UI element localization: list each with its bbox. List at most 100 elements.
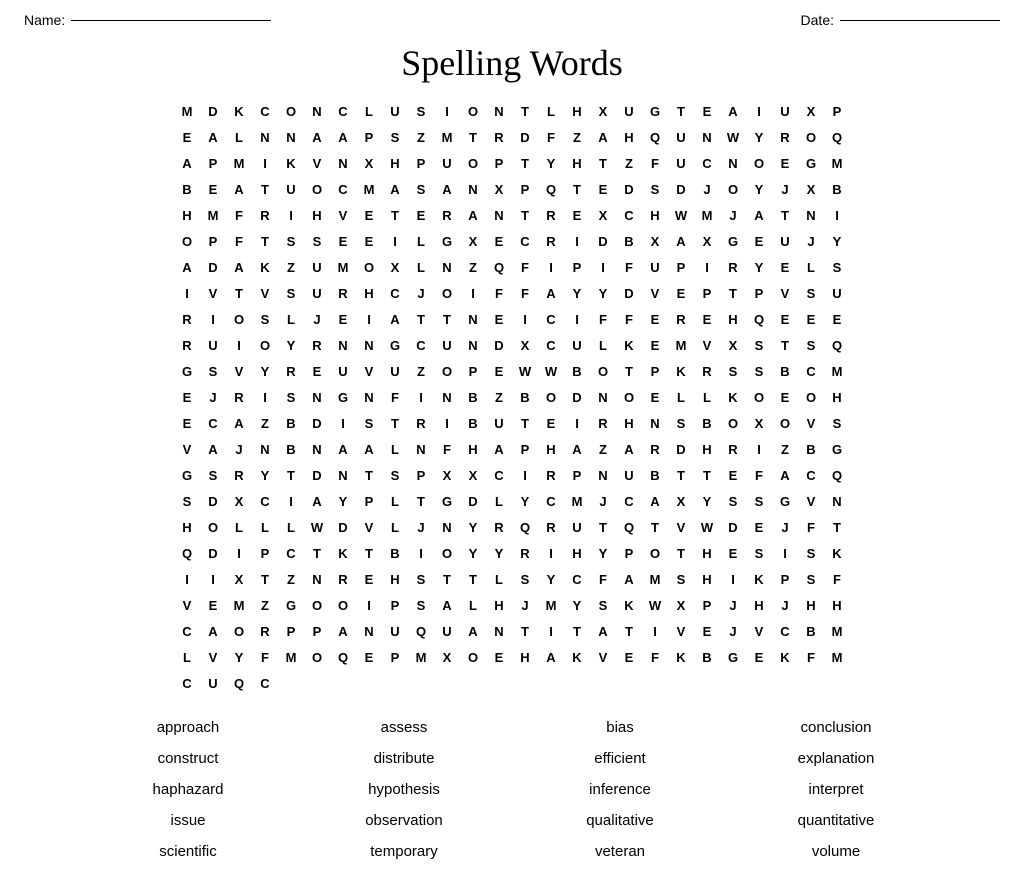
grid-cell: V: [252, 280, 278, 306]
grid-cell: D: [512, 124, 538, 150]
grid-cell: X: [434, 462, 460, 488]
grid-cell: O: [434, 540, 460, 566]
grid-cell: N: [356, 384, 382, 410]
grid-cell: L: [486, 488, 512, 514]
grid-cell: V: [668, 514, 694, 540]
grid-cell: M: [226, 592, 252, 618]
grid-cell: N: [460, 332, 486, 358]
grid-cell: S: [252, 306, 278, 332]
grid-cell: X: [382, 254, 408, 280]
grid-cell: U: [616, 462, 642, 488]
grid-cell: D: [616, 280, 642, 306]
grid-cell: D: [200, 488, 226, 514]
grid-cell: E: [486, 306, 512, 332]
grid-cell: L: [252, 514, 278, 540]
grid-cell: P: [824, 98, 850, 124]
grid-cell: E: [798, 306, 824, 332]
grid-cell: M: [694, 202, 720, 228]
grid-cell: B: [564, 358, 590, 384]
grid-cell: U: [278, 176, 304, 202]
grid-cell: Y: [330, 488, 356, 514]
grid-cell: N: [304, 384, 330, 410]
grid-cell: T: [564, 176, 590, 202]
grid-cell: B: [772, 358, 798, 384]
grid-cell: Y: [460, 540, 486, 566]
grid-cell: I: [512, 306, 538, 332]
grid-cell: V: [356, 514, 382, 540]
grid-cell: J: [720, 592, 746, 618]
grid-cell: Y: [252, 462, 278, 488]
grid-cell: Z: [772, 436, 798, 462]
grid-cell: Q: [486, 254, 512, 280]
grid-cell: S: [798, 566, 824, 592]
grid-cell: B: [174, 176, 200, 202]
grid-cell: H: [824, 384, 850, 410]
grid-cell: S: [382, 462, 408, 488]
grid-cell: H: [486, 592, 512, 618]
grid-cell: B: [512, 384, 538, 410]
grid-cell: R: [434, 202, 460, 228]
grid-cell: O: [226, 306, 252, 332]
grid-cell: D: [304, 462, 330, 488]
grid-cell: G: [278, 592, 304, 618]
grid-cell: E: [174, 410, 200, 436]
grid-cell: I: [460, 280, 486, 306]
grid-cell: M: [200, 202, 226, 228]
grid-cell: U: [668, 150, 694, 176]
grid-cell: Z: [590, 436, 616, 462]
grid-cell: I: [720, 566, 746, 592]
grid-cell: R: [772, 124, 798, 150]
grid-cell: U: [382, 358, 408, 384]
grid-cell: T: [720, 280, 746, 306]
grid-cell: O: [590, 358, 616, 384]
grid-cell: N: [720, 150, 746, 176]
grid-cell: L: [356, 98, 382, 124]
grid-cell: P: [356, 488, 382, 514]
grid-cell: F: [226, 228, 252, 254]
grid-cell: A: [772, 462, 798, 488]
grid-cell: S: [746, 488, 772, 514]
grid-cell: D: [720, 514, 746, 540]
grid-cell: C: [174, 618, 200, 644]
grid-cell: S: [304, 228, 330, 254]
grid-cell: V: [174, 592, 200, 618]
grid-cell: I: [200, 566, 226, 592]
grid-cell: M: [668, 332, 694, 358]
grid-cell: I: [772, 540, 798, 566]
grid-cell: S: [408, 592, 434, 618]
grid-cell: Y: [564, 592, 590, 618]
grid-cell: E: [330, 306, 356, 332]
grid-cell: W: [304, 514, 330, 540]
grid-cell: Z: [278, 254, 304, 280]
grid-cell: B: [694, 644, 720, 670]
grid-cell: O: [460, 98, 486, 124]
grid-cell: E: [200, 176, 226, 202]
grid-cell: Z: [408, 124, 434, 150]
grid-cell: S: [720, 488, 746, 514]
grid-cell: J: [408, 514, 434, 540]
grid-cell: A: [382, 176, 408, 202]
grid-cell: N: [252, 436, 278, 462]
grid-cell: V: [330, 202, 356, 228]
grid-cell: R: [252, 202, 278, 228]
grid-cell: K: [564, 644, 590, 670]
date-label: Date:: [801, 12, 834, 28]
grid-cell: M: [564, 488, 590, 514]
grid-cell: L: [226, 514, 252, 540]
grid-cell: V: [200, 644, 226, 670]
grid-cell: X: [434, 644, 460, 670]
grid-cell: T: [668, 540, 694, 566]
grid-cell: H: [382, 566, 408, 592]
grid-cell: C: [382, 280, 408, 306]
grid-cell: J: [512, 592, 538, 618]
grid-cell: K: [330, 540, 356, 566]
grid-cell: M: [538, 592, 564, 618]
grid-cell: C: [772, 618, 798, 644]
grid-cell: P: [512, 436, 538, 462]
grid-cell: W: [512, 358, 538, 384]
grid-cell: H: [356, 280, 382, 306]
grid-cell: F: [434, 436, 460, 462]
grid-cell: M: [278, 644, 304, 670]
grid-cell: P: [382, 592, 408, 618]
grid-cell: V: [200, 280, 226, 306]
